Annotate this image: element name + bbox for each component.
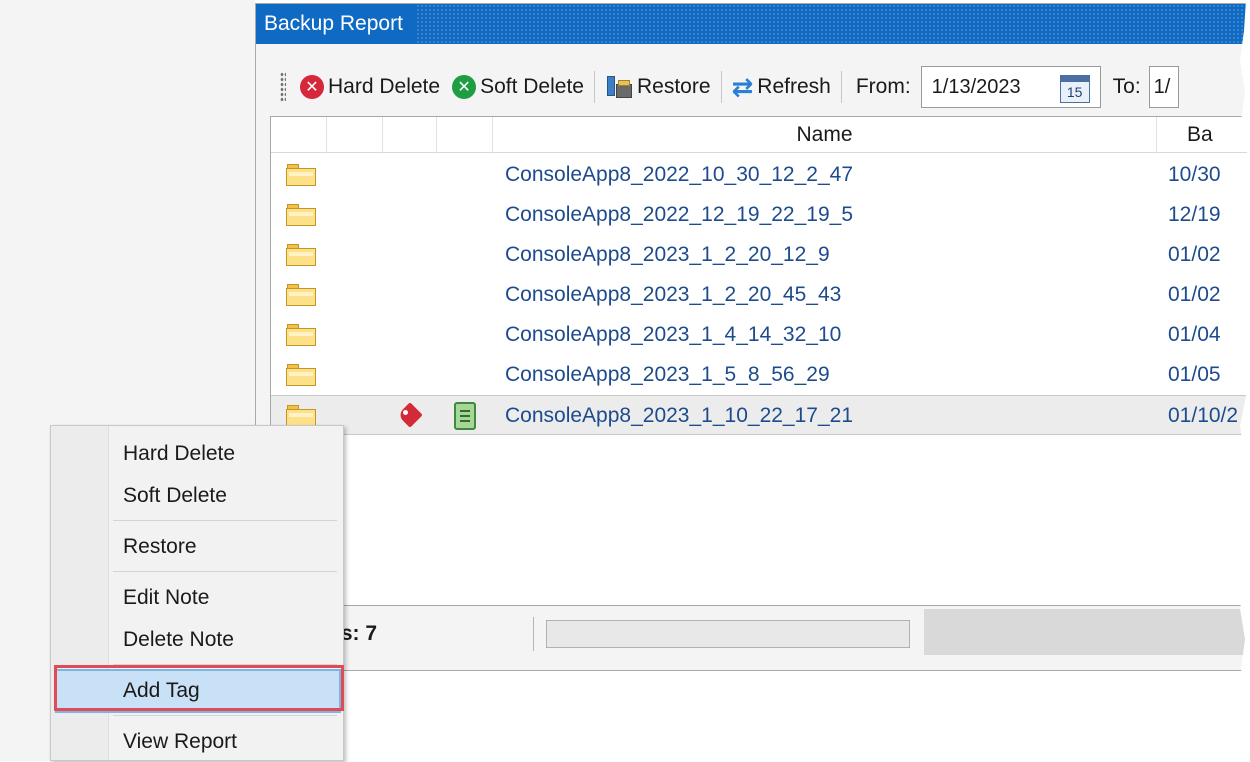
refresh-icon: ⇄ bbox=[731, 72, 754, 102]
backup-grid: Name Ba ConsoleApp8_2022_10_30_12_2_47 1… bbox=[270, 116, 1250, 606]
row-date: 12/19 bbox=[1168, 203, 1221, 226]
row-date: 10/30 bbox=[1168, 163, 1221, 186]
header-icon-column[interactable] bbox=[271, 117, 327, 153]
title-bar[interactable]: Backup Report bbox=[256, 4, 1250, 44]
calendar-icon[interactable]: 15 bbox=[1059, 75, 1090, 103]
row-date: 01/05 bbox=[1168, 363, 1221, 386]
table-row[interactable]: ConsoleApp8_2022_10_30_12_2_47 10/30 bbox=[271, 155, 1250, 195]
refresh-label: Refresh bbox=[757, 75, 831, 98]
menu-item-hard-delete[interactable]: Hard Delete bbox=[51, 434, 343, 474]
row-name: ConsoleApp8_2023_1_5_8_56_29 bbox=[505, 363, 830, 386]
to-label: To: bbox=[1112, 75, 1141, 98]
row-name: ConsoleApp8_2023_1_4_14_32_10 bbox=[505, 323, 842, 346]
toolbar-separator bbox=[840, 71, 842, 103]
to-date-value: 1/ bbox=[1153, 76, 1171, 98]
hard-delete-button[interactable]: ✕ Hard Delete bbox=[294, 68, 446, 106]
soft-delete-button[interactable]: ✕ Soft Delete bbox=[446, 68, 590, 106]
row-date: 01/02 bbox=[1168, 283, 1221, 306]
header-note-column[interactable] bbox=[437, 117, 493, 153]
note-icon bbox=[454, 402, 476, 430]
row-date: 01/10/2 bbox=[1168, 404, 1239, 427]
row-date: 01/04 bbox=[1168, 323, 1221, 346]
status-bar: ps: 7 bbox=[256, 609, 1250, 659]
table-row-selected[interactable]: ConsoleApp8_2023_1_10_22_17_21 01/10/2 bbox=[271, 395, 1250, 435]
from-date-value: 1/13/2023 bbox=[931, 75, 1021, 98]
folder-icon bbox=[286, 284, 316, 306]
hard-delete-icon: ✕ bbox=[300, 75, 324, 99]
tag-icon bbox=[397, 402, 423, 428]
row-name: ConsoleApp8_2022_10_30_12_2_47 bbox=[505, 163, 853, 186]
row-name: ConsoleApp8_2023_1_10_22_17_21 bbox=[505, 404, 853, 427]
folder-icon bbox=[286, 164, 316, 186]
table-row[interactable]: ConsoleApp8_2023_1_2_20_45_43 01/02 bbox=[271, 275, 1250, 315]
status-separator bbox=[533, 617, 534, 651]
row-name: ConsoleApp8_2023_1_2_20_45_43 bbox=[505, 283, 842, 306]
refresh-button[interactable]: ⇄ Refresh bbox=[726, 68, 837, 106]
restore-label: Restore bbox=[636, 75, 711, 98]
folder-icon bbox=[286, 324, 316, 346]
menu-separator bbox=[113, 715, 337, 716]
toolbar: ✕ Hard Delete ✕ Soft Delete Restore ⇄ Re… bbox=[256, 62, 1250, 112]
restore-button[interactable]: Restore bbox=[599, 68, 717, 106]
backup-report-window: Backup Report ✕ Hard Delete ✕ Soft Delet… bbox=[255, 3, 1250, 671]
menu-item-delete-note[interactable]: Delete Note bbox=[51, 620, 343, 660]
row-name: ConsoleApp8_2023_1_2_20_12_9 bbox=[505, 243, 830, 266]
menu-item-view-report[interactable]: View Report bbox=[51, 722, 343, 762]
toolbar-separator bbox=[720, 71, 722, 103]
table-row[interactable]: ConsoleApp8_2022_12_19_22_19_5 12/19 bbox=[271, 195, 1250, 235]
menu-item-edit-note[interactable]: Edit Note bbox=[51, 578, 343, 618]
row-date: 01/02 bbox=[1168, 243, 1221, 266]
header-name[interactable]: Name bbox=[493, 117, 1157, 153]
menu-item-restore[interactable]: Restore bbox=[51, 527, 343, 567]
menu-separator bbox=[113, 664, 337, 665]
folder-icon bbox=[286, 204, 316, 226]
hard-delete-label: Hard Delete bbox=[328, 75, 441, 98]
menu-item-soft-delete[interactable]: Soft Delete bbox=[51, 476, 343, 516]
toolbar-separator bbox=[593, 71, 595, 103]
window-title: Backup Report bbox=[256, 4, 415, 44]
folder-icon bbox=[286, 244, 316, 266]
table-row[interactable]: ConsoleApp8_2023_1_5_8_56_29 01/05 bbox=[271, 355, 1250, 395]
header-backup-date[interactable]: Ba bbox=[1157, 117, 1250, 153]
header-tag-column[interactable] bbox=[383, 117, 437, 153]
to-date-picker[interactable]: 1/ bbox=[1148, 66, 1179, 108]
status-panel bbox=[924, 609, 1250, 655]
soft-delete-label: Soft Delete bbox=[480, 75, 584, 98]
menu-separator bbox=[113, 571, 337, 572]
folder-icon bbox=[286, 405, 316, 427]
restore-icon bbox=[605, 74, 633, 100]
from-label: From: bbox=[855, 75, 911, 98]
row-name: ConsoleApp8_2022_12_19_22_19_5 bbox=[505, 203, 853, 226]
from-date-picker[interactable]: 1/13/2023 15 bbox=[920, 66, 1101, 108]
progress-bar bbox=[546, 620, 910, 648]
table-row[interactable]: ConsoleApp8_2023_1_4_14_32_10 01/04 bbox=[271, 315, 1250, 355]
grid-header: Name Ba bbox=[271, 117, 1250, 153]
context-menu: Hard Delete Soft Delete Restore Edit Not… bbox=[50, 425, 344, 761]
soft-delete-icon: ✕ bbox=[452, 75, 477, 99]
toolbar-grip[interactable] bbox=[280, 72, 286, 102]
menu-separator bbox=[113, 520, 337, 521]
folder-icon bbox=[286, 364, 316, 386]
table-row[interactable]: ConsoleApp8_2023_1_2_20_12_9 01/02 bbox=[271, 235, 1250, 275]
header-column[interactable] bbox=[327, 117, 383, 153]
menu-item-add-tag[interactable]: Add Tag bbox=[55, 669, 341, 713]
